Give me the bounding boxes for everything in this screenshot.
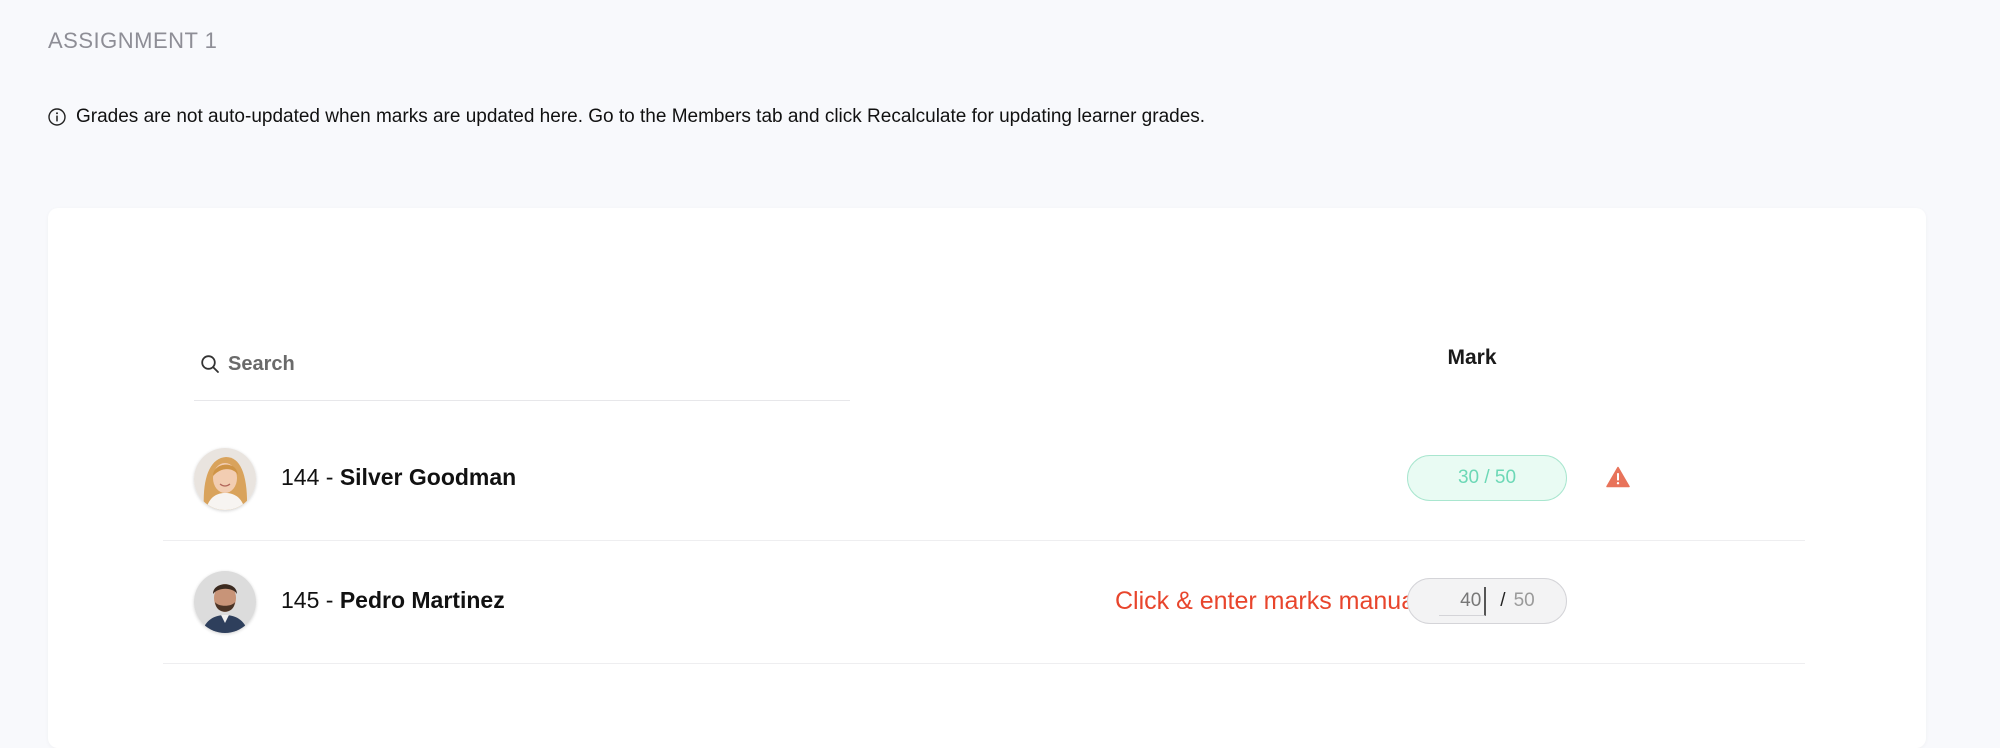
search-input[interactable] <box>228 346 828 382</box>
info-text: Grades are not auto-updated when marks a… <box>76 106 1206 127</box>
table-row: 145 - Pedro Martinez Click & enter marks… <box>163 541 1805 664</box>
mark-column-header: Mark <box>1447 346 1497 369</box>
table-row: 144 - Silver Goodman 30 / 50 <box>163 418 1805 541</box>
mark-input[interactable] <box>1439 586 1487 616</box>
avatar <box>194 448 256 510</box>
marks-card: Mark 144 - Silver Goodman 30 / 50 <box>48 208 1926 748</box>
member-full-name: Silver Goodman <box>339 464 517 490</box>
member-id: 144 - <box>281 464 340 490</box>
info-icon <box>48 108 66 126</box>
member-name: 144 - Silver Goodman <box>281 464 516 491</box>
info-banner: Grades are not auto-updated when marks a… <box>48 104 1205 130</box>
mark-editor[interactable]: / 50 <box>1407 578 1567 624</box>
member-full-name: Pedro Martinez <box>339 587 505 613</box>
mark-badge[interactable]: 30 / 50 <box>1407 455 1567 501</box>
warning-icon[interactable] <box>1606 466 1630 488</box>
mark-total: 50 <box>1513 590 1535 611</box>
manual-entry-hint: Click & enter marks manually <box>1115 587 1439 615</box>
mark-separator: / <box>1500 590 1506 611</box>
search-bar <box>194 334 850 401</box>
page-title: ASSIGNMENT 1 <box>48 28 218 53</box>
member-id: 145 - <box>281 587 340 613</box>
search-icon <box>200 354 220 374</box>
avatar <box>194 571 256 633</box>
member-name: 145 - Pedro Martinez <box>281 587 505 614</box>
